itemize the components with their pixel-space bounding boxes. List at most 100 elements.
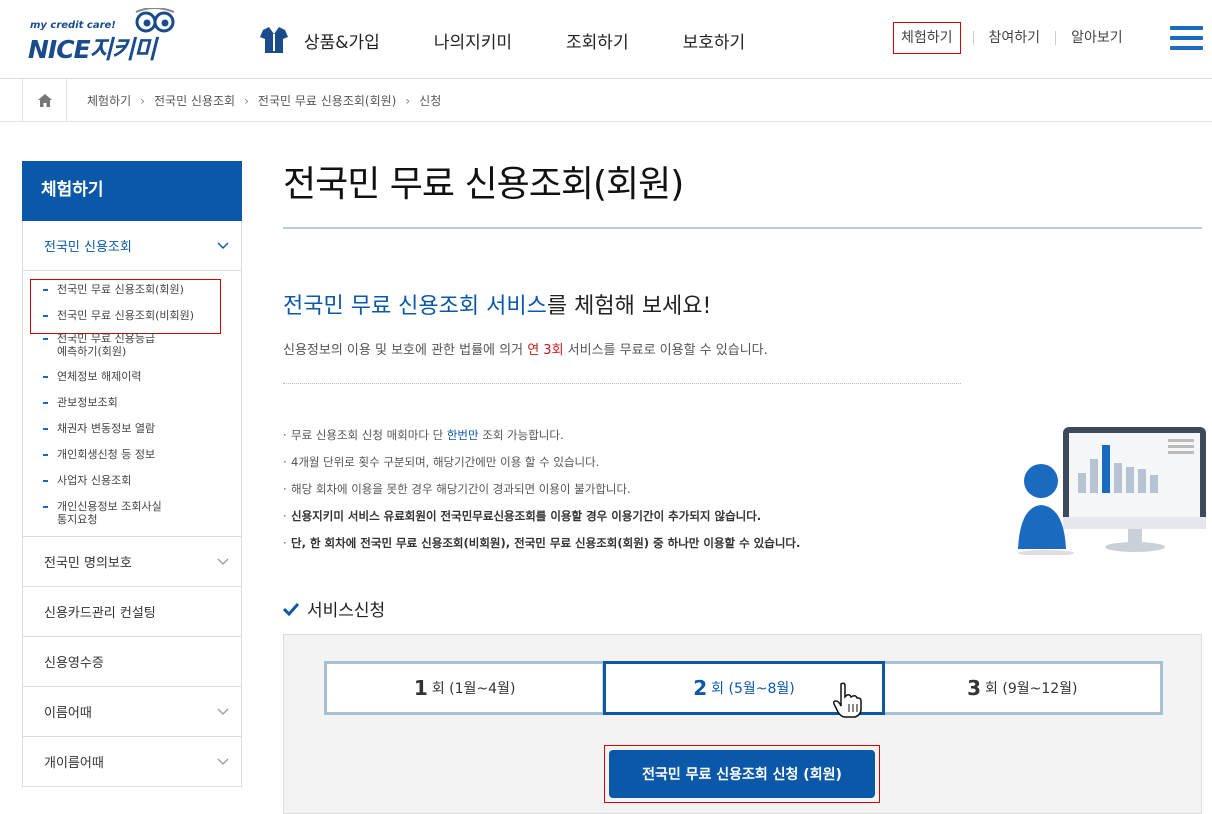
side-nav-label: 개이름어때 [44, 756, 104, 771]
tab-unit: 회 [431, 681, 445, 697]
user-monitor-illustration [1018, 427, 1206, 555]
submenu-label: 개인신용정보 조회사실 [57, 500, 162, 513]
side-nav-item-card-consulting[interactable]: 신용카드관리 컨설팅 [22, 587, 242, 637]
side-nav-label: 이름어때 [44, 706, 92, 721]
section-heading-highlight: 전국민 무료 신용조회 서비스 [283, 294, 547, 319]
section-heading: 전국민 무료 신용조회 서비스를 체험해 보세요! [283, 288, 711, 320]
section-description: 신용정보의 이용 및 보호에 관한 법률에 의거 연 3회 서비스를 무료로 이… [283, 339, 768, 358]
title-divider [283, 227, 1202, 229]
side-nav-item-name-check[interactable]: 이름어때 [22, 687, 242, 737]
tab-unit: 회 [985, 681, 998, 697]
tab-period: (1월~4월) [449, 681, 516, 697]
submenu-free-credit-member[interactable]: 전국민 무료 신용조회(회원) [23, 283, 241, 296]
notice-text: 4개월 단위로 횟수 구분되며, 해당기간에만 이용 할 수 있습니다. [291, 455, 600, 469]
tab-number: 1 [413, 676, 428, 700]
submenu-free-grade-forecast[interactable]: 전국민 무료 신용등급 예측하기(회원) [23, 332, 241, 358]
hamburger-menu-icon[interactable] [1170, 26, 1203, 52]
service-apply-heading: 서비스신청 [283, 596, 385, 621]
tab-number: 3 [967, 676, 982, 700]
side-nav: 체험하기 전국민 신용조회 전국민 무료 신용조회(회원) 전국민 무료 신용조… [22, 161, 242, 787]
submenu-creditor-change[interactable]: 채권자 변동정보 열람 [23, 422, 241, 435]
notice-text: 조회 가능합니다. [478, 428, 564, 442]
submenu-gazette-info[interactable]: 관보정보조회 [23, 396, 241, 409]
chevron-down-icon [217, 558, 229, 565]
owl-eyes-icon [135, 8, 175, 33]
gnb-products[interactable]: 상품&가입 [304, 28, 380, 53]
shirt-icon [260, 27, 288, 53]
desc-highlight: 연 3회 [527, 343, 564, 358]
nice-jikimi-logo[interactable]: my credit care! NICE지키미 [28, 6, 178, 64]
tab-round-3[interactable]: 3회 (9월~12월) [885, 664, 1160, 712]
notice-item: 무료 신용조회 신청 매회마다 단 한번만 조회 가능합니다. [283, 428, 1003, 443]
highlight-box: 전국민 무료 신용조회 신청 (회원) [604, 745, 880, 803]
tab-period: (5월~8월) [728, 681, 795, 697]
gnb-my-jikimi[interactable]: 나의지키미 [434, 28, 512, 53]
gnb-protection[interactable]: 보호하기 [683, 28, 746, 53]
tab-unit: 회 [711, 681, 725, 697]
page-title: 전국민 무료 신용조회(회원) [283, 164, 684, 205]
util-participate[interactable]: 참여하기 [972, 31, 1056, 45]
util-experience[interactable]: 체험하기 [893, 22, 961, 54]
side-nav-label: 신용카드관리 컨설팅 [44, 606, 156, 621]
submenu-business-credit[interactable]: 사업자 신용조회 [23, 474, 241, 487]
notice-list: 무료 신용조회 신청 매회마다 단 한번만 조회 가능합니다. 4개월 단위로 … [283, 429, 1003, 564]
home-icon[interactable] [22, 79, 67, 122]
breadcrumb-item[interactable]: 전국민 무료 신용조회(회원) [258, 92, 396, 109]
util-learn[interactable]: 알아보기 [1055, 31, 1138, 45]
tab-round-1[interactable]: 1회 (1월~4월) [327, 664, 604, 712]
submenu-free-credit-nonmember[interactable]: 전국민 무료 신용조회(비회원) [23, 309, 241, 322]
desc-text: 신용정보의 이용 및 보호에 관한 법률에 의거 [283, 343, 528, 358]
submenu-rehabilitation-info[interactable]: 개인회생신청 등 정보 [23, 448, 241, 461]
side-nav-label: 전국민 신용조회 [44, 240, 132, 255]
notice-highlight: 한번만 [446, 428, 479, 442]
chevron-down-icon [217, 758, 229, 765]
breadcrumb-item[interactable]: 전국민 신용조회 [154, 92, 235, 109]
submenu-label: 전국민 무료 신용등급 [57, 332, 156, 345]
tab-period: (9월~12월) [1002, 681, 1078, 697]
notice-text-bold: 신용지키미 서비스 유료회원이 전국민무료신용조회를 이용할 경우 이용기간이 … [291, 509, 762, 523]
notice-item: 4개월 단위로 횟수 구분되며, 해당기간에만 이용 할 수 있습니다. [283, 455, 1003, 470]
breadcrumb-current: 신청 [419, 94, 442, 108]
side-nav-item-credit-receipt[interactable]: 신용영수증 [22, 637, 242, 687]
apply-free-credit-button[interactable]: 전국민 무료 신용조회 신청 (회원) [609, 750, 875, 798]
notice-item: 신용지키미 서비스 유료회원이 전국민무료신용조회를 이용할 경우 이용기간이 … [283, 509, 1003, 524]
tab-number: 2 [693, 676, 708, 700]
logo-brand: NICE지키미 [28, 35, 157, 64]
notice-item: 단, 한 회차에 전국민 무료 신용조회(비회원), 전국민 무료 신용조회(회… [283, 536, 1003, 551]
side-nav-label: 전국민 명의보호 [44, 556, 132, 571]
check-icon [283, 602, 299, 616]
round-tabs: 1회 (1월~4월) 2회 (5월~8월) 3회 (9월~12월) [324, 661, 1163, 718]
notice-text: 무료 신용조회 신청 매회마다 단 [291, 428, 447, 442]
side-nav-item-national-credit[interactable]: 전국민 신용조회 [22, 221, 242, 271]
dotted-divider [283, 383, 961, 384]
hand-pointer-icon [833, 682, 863, 718]
notice-item: 해당 회차에 이용을 못한 경우 해당기간이 경과되면 이용이 불가합니다. [283, 482, 1003, 497]
desc-text: 서비스를 무료로 이용할 수 있습니다. [563, 343, 768, 358]
side-nav-submenu: 전국민 무료 신용조회(회원) 전국민 무료 신용조회(비회원) 전국민 무료 … [22, 271, 242, 537]
notice-text-bold: 단, 한 회차에 전국민 무료 신용조회(비회원), 전국민 무료 신용조회(회… [291, 536, 801, 550]
notice-text: 해당 회차에 이용을 못한 경우 해당기간이 경과되면 이용이 불가합니다. [291, 482, 631, 496]
side-nav-title: 체험하기 [22, 161, 242, 221]
service-apply-panel: 1회 (1월~4월) 2회 (5월~8월) 3회 (9월~12월) 전국민 무료… [283, 634, 1202, 814]
chevron-up-icon [217, 241, 229, 249]
side-nav-item-identity-protect[interactable]: 전국민 명의보호 [22, 537, 242, 587]
side-nav-item-dog-name-check[interactable]: 개이름어때 [22, 737, 242, 787]
side-nav-label: 신용영수증 [44, 656, 104, 671]
submenu-delinquency-history[interactable]: 연체정보 해제이력 [23, 370, 241, 383]
breadcrumb-item[interactable]: 체험하기 [87, 92, 131, 109]
service-heading-text: 서비스신청 [307, 601, 386, 621]
submenu-label: 통지요청 [57, 513, 98, 526]
chevron-right-icon: › [244, 93, 249, 108]
header: my credit care! NICE지키미 상품&가입 나의지키미 조회하기… [0, 0, 1212, 79]
chevron-down-icon [217, 708, 229, 715]
submenu-label: 예측하기(회원) [57, 345, 127, 358]
chevron-right-icon: › [405, 93, 411, 108]
global-nav: 상품&가입 나의지키미 조회하기 보호하기 [258, 22, 799, 58]
utility-nav: 체험하기 참여하기 알아보기 [893, 21, 1138, 55]
tab-round-2[interactable]: 2회 (5월~8월) [603, 661, 885, 718]
submenu-inquiry-notice[interactable]: 개인신용정보 조회사실 통지요청 [23, 500, 241, 526]
section-heading-rest: 를 체험해 보세요! [546, 294, 712, 319]
chevron-right-icon: › [140, 93, 145, 108]
breadcrumb: 체험하기 › 전국민 신용조회 › 전국민 무료 신용조회(회원) › 신청 [0, 79, 1212, 122]
gnb-inquiry[interactable]: 조회하기 [566, 28, 629, 53]
